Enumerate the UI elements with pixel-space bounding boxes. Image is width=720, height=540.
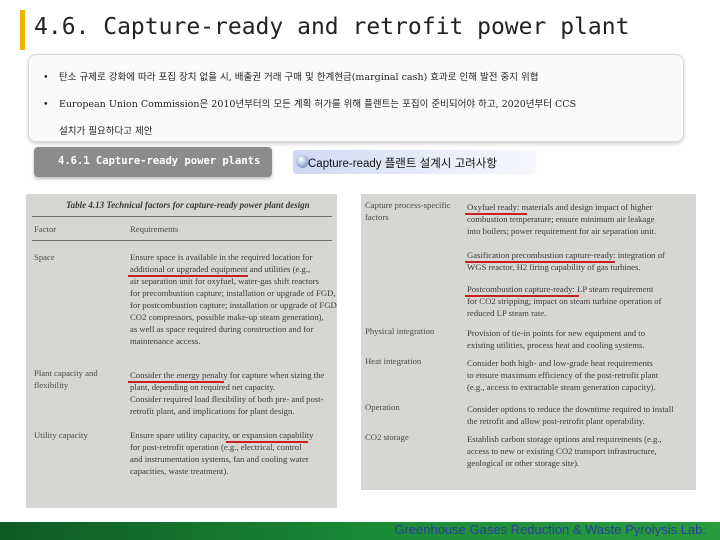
factor-label: Space: [34, 252, 55, 262]
requirement-line: additional or upgraded equipment and uti…: [130, 264, 311, 274]
requirement-line: Postcombustion capture-ready: LP steam r…: [467, 284, 654, 294]
requirement-line: and instrumentation systems, fan and coo…: [130, 454, 309, 464]
red-underline: [465, 295, 579, 297]
factor-label: flexibility: [34, 380, 69, 390]
requirement-line: Consider required load flexibility of bo…: [130, 394, 324, 404]
title-accent-bar: [20, 10, 25, 50]
factor-label: Physical integration: [365, 326, 435, 336]
requirement-line: Oxyfuel ready: materials and design impa…: [467, 202, 653, 212]
tab-label: Capture-ready 플랜트 설계시 고려사항: [308, 158, 497, 170]
table-rule: [32, 216, 332, 217]
red-underline: [465, 213, 527, 215]
requirement-line: geological or other storage site).: [467, 458, 580, 468]
requirement-line: reduced LP steam rate.: [467, 308, 547, 318]
requirement-line: plant, depending on required net capacit…: [130, 382, 276, 392]
factor-label: Plant capacity and: [34, 368, 98, 378]
bullet-text: 탄소 규제로 강화에 따라 포집 장치 없을 시, 배출권 거래 구매 및 한계…: [59, 72, 539, 83]
requirement-line: Consider options to reduce the downtime …: [467, 404, 674, 414]
slide-title: 4.6. Capture-ready and retrofit power pl…: [34, 14, 630, 40]
factor-label: Heat integration: [365, 356, 422, 366]
requirement-line: existing utilities, process heat and coo…: [467, 340, 645, 350]
requirement-line: Provision of tie-in points for new equip…: [467, 328, 646, 338]
factor-label: Operation: [365, 402, 400, 412]
requirement-line: Establish carbon storage options and req…: [467, 434, 662, 444]
scanned-table-right: Capture process-specific factors Physica…: [361, 194, 696, 490]
footer-bar: Greenhouse Gases Reduction & Waste Pyrol…: [0, 522, 720, 540]
factor-label: Utility capacity: [34, 430, 88, 440]
red-underline: [226, 441, 308, 443]
requirement-line: as well as space required during constru…: [130, 324, 314, 334]
requirement-line: retrofit plant, and implications for pla…: [130, 406, 295, 416]
requirement-line: for precombustion capture; installation …: [130, 288, 336, 298]
red-underline: [465, 261, 615, 263]
requirement-line: capacities, waste treatment).: [130, 466, 229, 476]
requirement-line: to ensure maximum efficiency of the post…: [467, 370, 659, 380]
requirement-line: CO2 compressors, possible make-up steam …: [130, 312, 324, 322]
requirement-line: air separation unit for oxyfuel, water-g…: [130, 276, 319, 286]
requirement-line: for CO2 stripping; impact on steam turbi…: [467, 296, 662, 306]
footer-lab-name: Greenhouse Gases Reduction & Waste Pyrol…: [394, 522, 706, 537]
scanned-table-left: Table 4.13 Technical factors for capture…: [26, 194, 337, 508]
red-underline: [128, 381, 224, 383]
requirement-line: combustion temperature; ensure minimum a…: [467, 214, 655, 224]
bullet-1: • 탄소 규제로 강화에 따라 포집 장치 없을 시, 배출권 거래 구매 및 한…: [43, 69, 539, 83]
requirement-line: Consider both high- and low-grade heat r…: [467, 358, 653, 368]
table-rule: [32, 240, 332, 241]
red-underline: [128, 275, 248, 277]
requirement-line: maintenance access.: [130, 336, 201, 346]
requirement-line: Ensure space is available in the require…: [130, 252, 313, 262]
bullet-box: • 탄소 규제로 강화에 따라 포집 장치 없을 시, 배출권 거래 구매 및 한…: [28, 54, 684, 142]
bullet-text: 설치가 필요하다고 제안: [59, 126, 153, 137]
requirement-line: for postcombustion capture; installation…: [130, 300, 337, 310]
requirement-line: access to new or existing CO2 transport …: [467, 446, 657, 456]
requirement-line: Consider the energy penalty for capture …: [130, 370, 325, 380]
factor-label: factors: [365, 212, 389, 222]
requirement-line: for post-retrofit operation (e.g., elect…: [130, 442, 302, 452]
factor-label: CO2 storage: [365, 432, 409, 442]
requirement-line: Gasification precombustion capture-ready…: [467, 250, 665, 260]
requirement-line: WGS reactor, H2 firing capability of gas…: [467, 262, 641, 272]
requirement-line: the retrofit and allow post-retrofit pla…: [467, 416, 645, 426]
table-caption: Table 4.13 Technical factors for capture…: [66, 200, 310, 210]
tab-label: 4.6.1 Capture-ready power plants: [58, 155, 261, 167]
requirement-line: (e.g., access to extractable steam gener…: [467, 382, 656, 392]
requirement-line: Ensure spare utility capacity, or expans…: [130, 430, 314, 440]
tab-capture-ready-design-considerations[interactable]: Capture-ready 플랜트 설계시 고려사항: [293, 150, 536, 174]
factor-label: Capture process-specific: [365, 200, 451, 210]
requirement-line: into boilers; power requirement for air …: [467, 226, 657, 236]
bullet-marker: •: [43, 99, 49, 110]
bullet-text: European Union Commission은 2010년부터의 모든 계…: [59, 99, 577, 110]
bullet-marker: •: [43, 72, 49, 83]
col-header-requirements: Requirements: [130, 224, 179, 234]
bullet-3: 설치가 필요하다고 제안: [43, 123, 152, 137]
col-header-factor: Factor: [34, 224, 57, 234]
bullet-2: • European Union Commission은 2010년부터의 모든 …: [43, 96, 576, 110]
tab-capture-ready-power-plants[interactable]: 4.6.1 Capture-ready power plants: [34, 147, 272, 177]
